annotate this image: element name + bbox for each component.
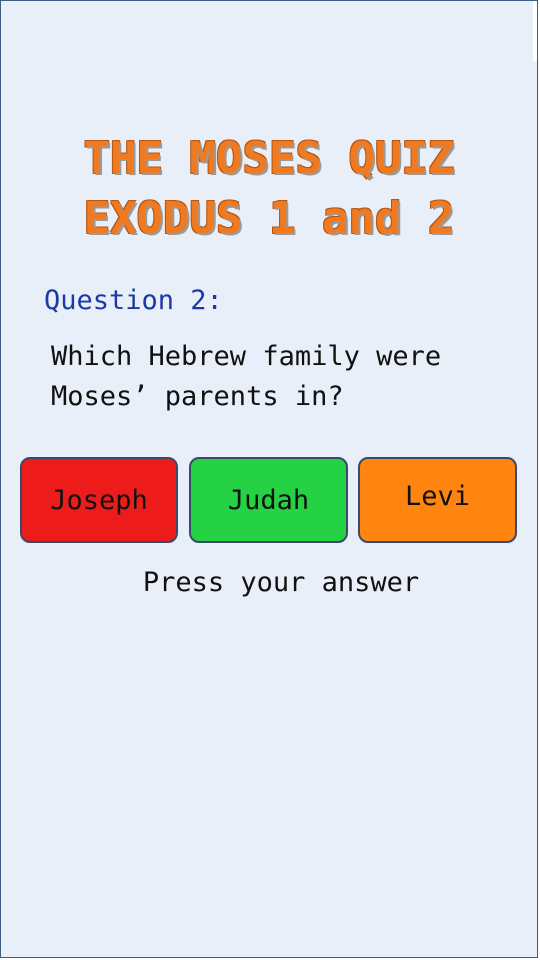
title-line-1: THE MOSES QUIZ (83, 133, 455, 184)
quiz-title: THE MOSES QUIZ EXODUS 1 and 2 (1, 129, 537, 249)
answer-label-judah: Judah (227, 484, 310, 516)
title-line-2: EXODUS 1 and 2 (83, 193, 455, 244)
quiz-slide: THE MOSES QUIZ EXODUS 1 and 2 Question 2… (0, 0, 538, 958)
answer-label-levi: Levi (404, 481, 471, 512)
question-label: Question 2: (44, 285, 223, 316)
edge-strip (533, 1, 537, 61)
instruction-text: Press your answer (142, 567, 420, 598)
answer-button-joseph[interactable]: Joseph (20, 457, 178, 543)
answer-button-levi[interactable]: Levi (358, 457, 517, 543)
answer-label-joseph: Joseph (50, 484, 148, 516)
question-text: Which Hebrew family were Moses’ parents … (51, 341, 442, 412)
answer-button-judah[interactable]: Judah (189, 457, 348, 543)
